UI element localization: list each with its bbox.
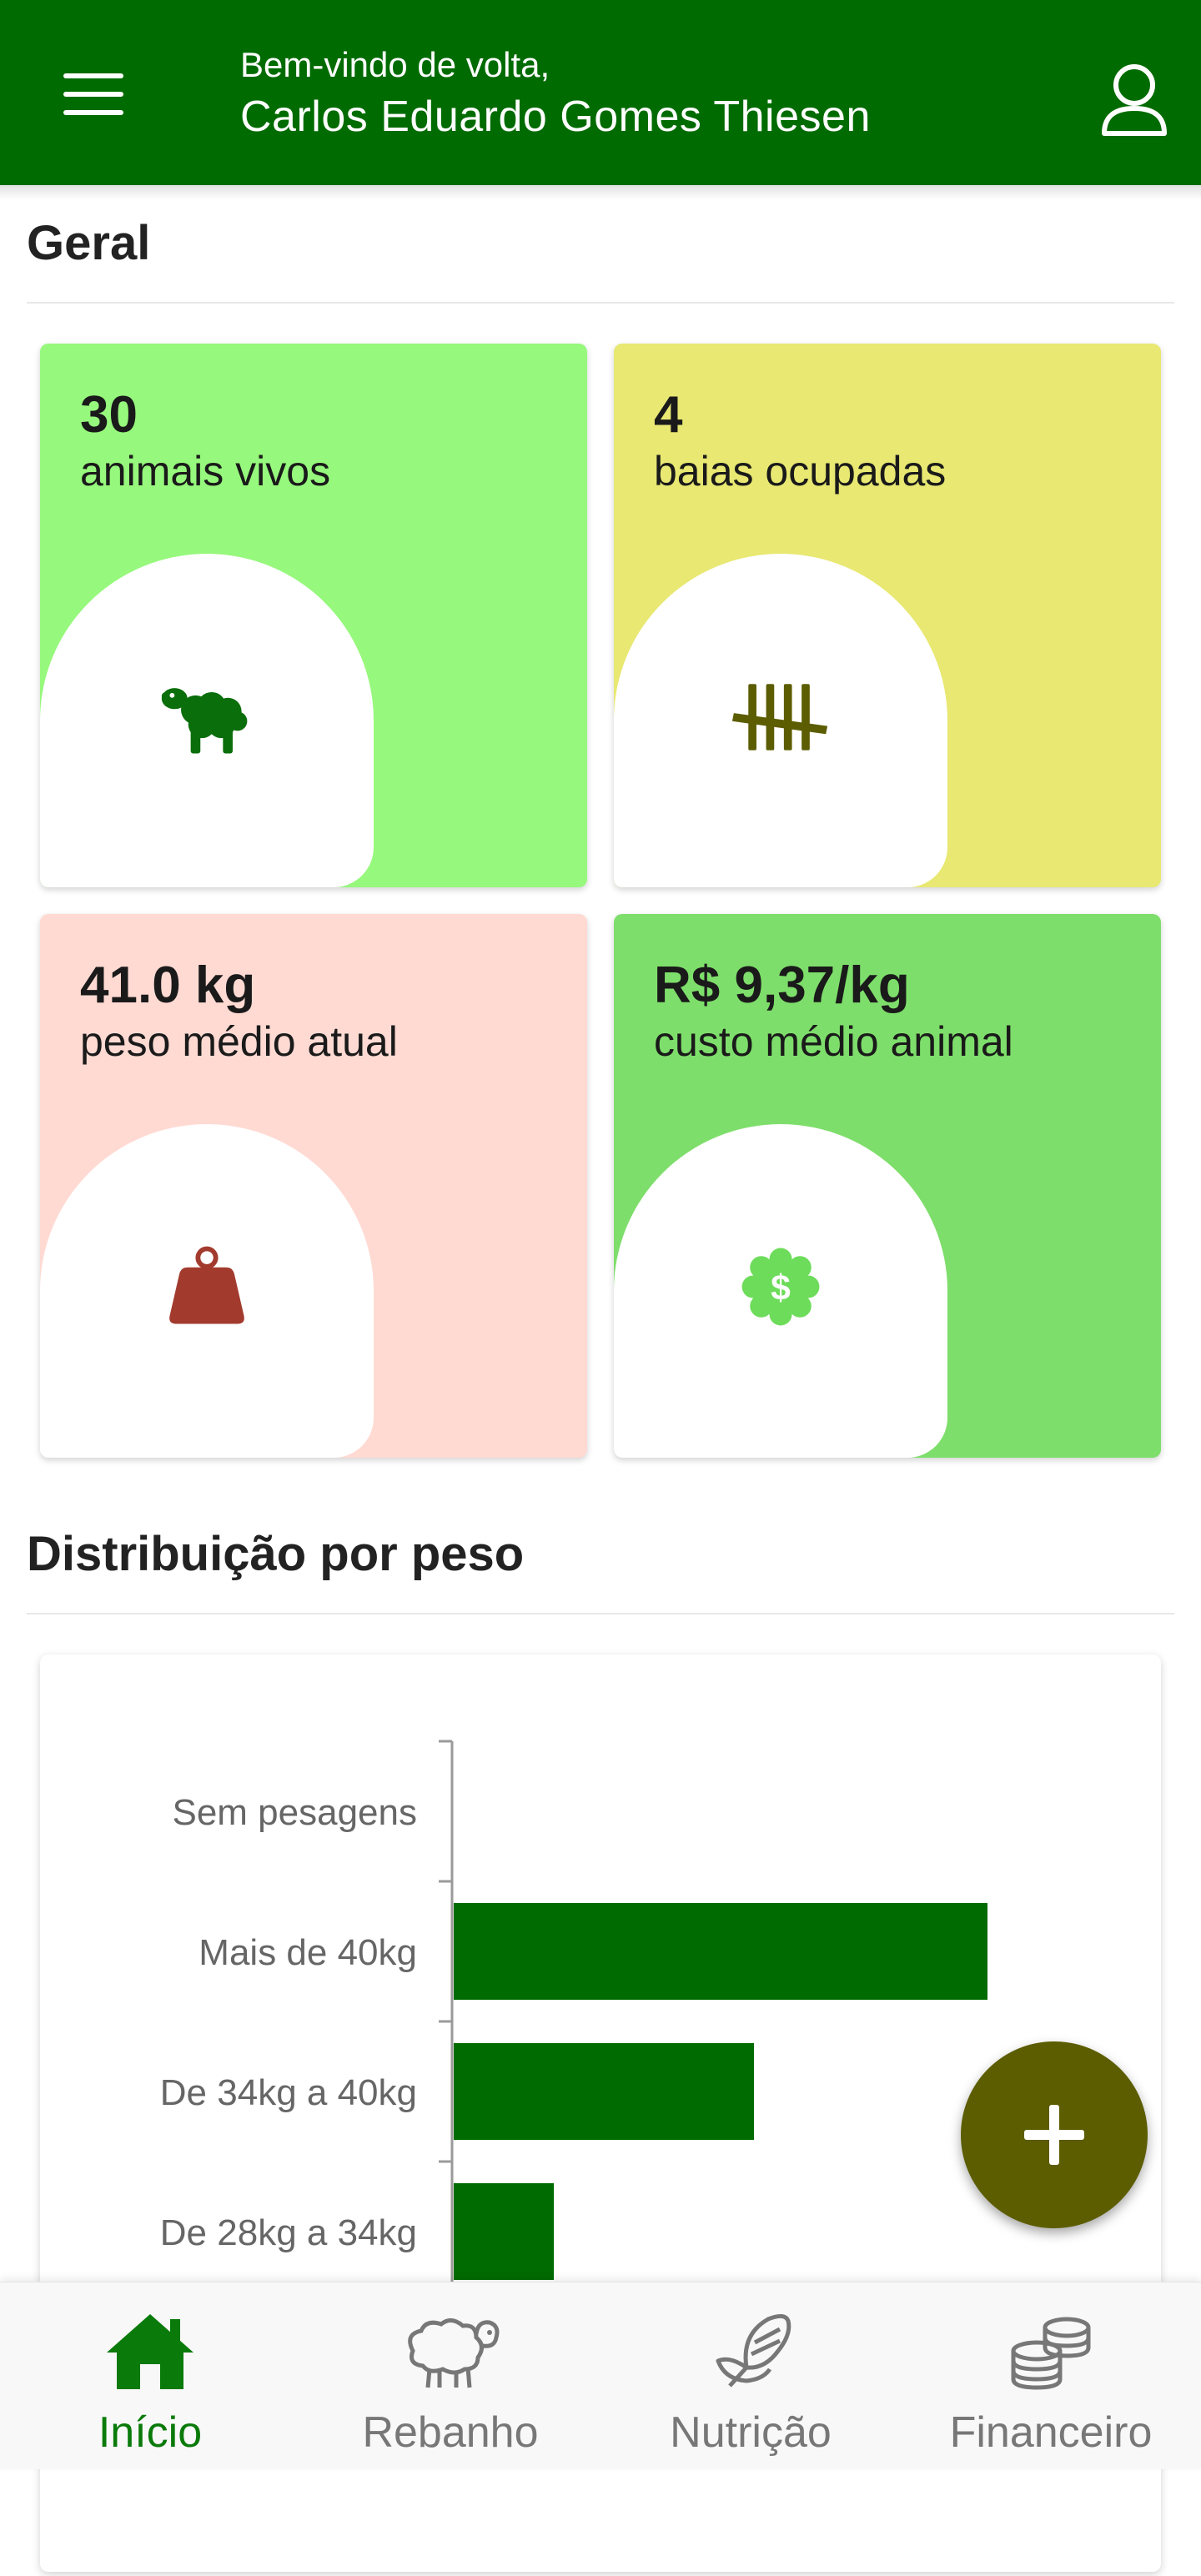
- greeting-text: Bem-vindo de volta,: [240, 45, 550, 84]
- header-shadow: [0, 185, 1201, 200]
- nav-item-inicio[interactable]: Início: [0, 2282, 300, 2469]
- card-icon-background: [40, 554, 374, 887]
- user-profile-icon: [1102, 64, 1167, 136]
- plus-icon: [1024, 2105, 1084, 2165]
- nav-label: Rebanho: [362, 2408, 539, 2457]
- card-label: baias ocupadas: [654, 448, 947, 495]
- chart-bar: [454, 2183, 554, 2280]
- chart-bar: [454, 2043, 754, 2140]
- sheep-icon: [157, 675, 257, 758]
- card-icon-background: [40, 1124, 374, 1458]
- section-title-distribution: Distribuição por peso: [27, 1527, 525, 1581]
- card-avg-cost[interactable]: R$ 9,37/kg custo médio animal $: [614, 914, 1161, 1458]
- card-value: 30: [80, 386, 138, 444]
- svg-text:$: $: [771, 1268, 791, 1308]
- nav-label: Início: [98, 2408, 203, 2457]
- profile-button[interactable]: [1093, 58, 1176, 142]
- app-header: Bem-vindo de volta, Carlos Eduardo Gomes…: [0, 0, 1201, 185]
- card-label: custo médio animal: [654, 1018, 1013, 1065]
- sheep-outline-icon: [408, 2318, 500, 2388]
- card-label: peso médio atual: [80, 1018, 398, 1065]
- card-occupied-pens[interactable]: 4 baias ocupadas: [614, 344, 1161, 887]
- dollar-badge-icon: $: [731, 1245, 831, 1328]
- nav-item-rebanho[interactable]: Rebanho: [300, 2282, 600, 2469]
- section-title-overview: Geral: [27, 216, 151, 270]
- tally-marks-icon: [731, 675, 831, 758]
- chart-category-label: De 28kg a 34kg: [160, 2212, 417, 2253]
- bottom-navigation: Início Rebanho Nutrição Financeiro: [0, 2282, 1201, 2469]
- card-icon-background: [614, 554, 947, 887]
- user-name: Carlos Eduardo Gomes Thiesen: [240, 93, 871, 141]
- chart-category-label: Sem pesagens: [172, 1792, 417, 1833]
- card-label: animais vivos: [80, 448, 331, 495]
- section-divider: [27, 302, 1174, 304]
- card-icon-background: $: [614, 1124, 947, 1458]
- nav-item-nutricao[interactable]: Nutrição: [600, 2282, 901, 2469]
- card-live-animals[interactable]: 30 animais vivos: [40, 344, 587, 887]
- menu-button[interactable]: [47, 57, 140, 132]
- add-button[interactable]: [961, 2041, 1148, 2228]
- chart-category-label: De 34kg a 40kg: [160, 2072, 417, 2113]
- card-value: 41.0 kg: [80, 957, 256, 1014]
- card-value: 4: [654, 386, 683, 444]
- card-avg-weight[interactable]: 41.0 kg peso médio atual: [40, 914, 587, 1458]
- nav-label: Nutrição: [670, 2408, 832, 2457]
- corn-icon: [716, 2314, 791, 2388]
- card-value: R$ 9,37/kg: [654, 957, 910, 1014]
- weight-icon: [157, 1245, 257, 1328]
- nav-label: Financeiro: [949, 2408, 1153, 2457]
- chart-bar: [454, 1903, 987, 2000]
- nav-item-financeiro[interactable]: Financeiro: [901, 2282, 1201, 2469]
- home-icon: [107, 2314, 193, 2389]
- coins-icon: [1011, 2317, 1091, 2390]
- section-divider: [27, 1613, 1174, 1614]
- chart-category-label: Mais de 40kg: [198, 1932, 417, 1973]
